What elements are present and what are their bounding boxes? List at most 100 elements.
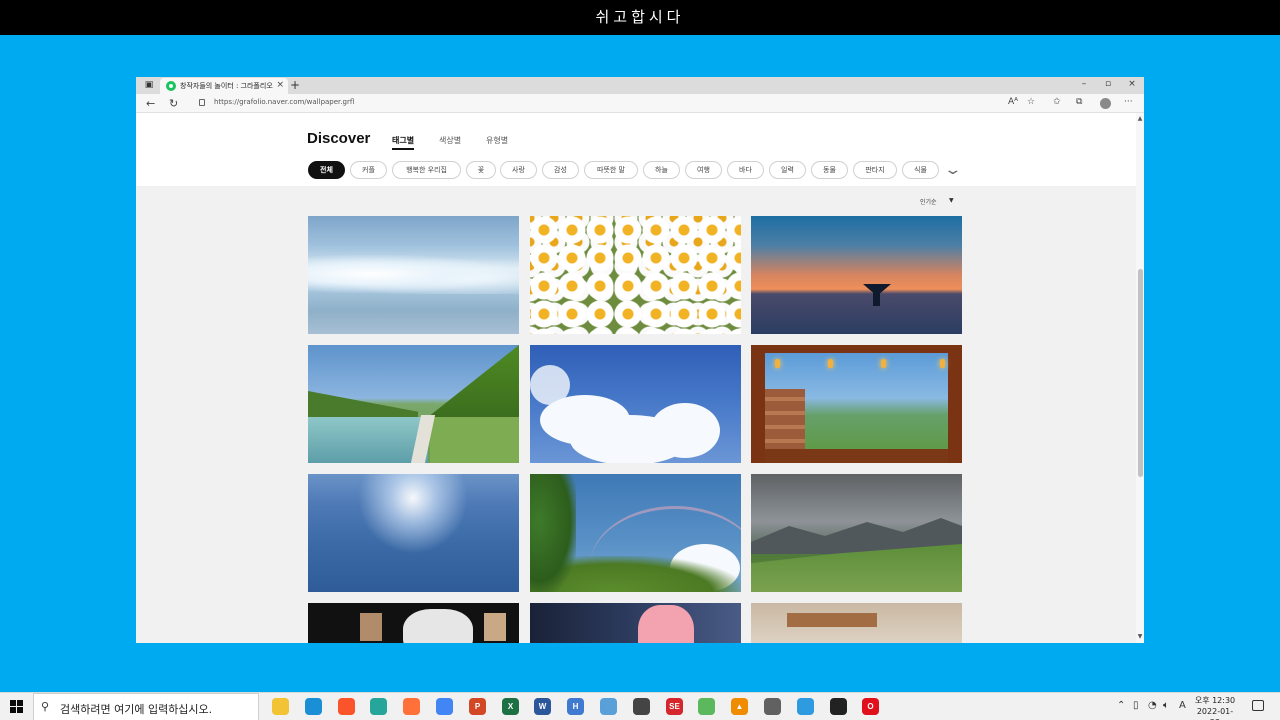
- lamp-icon: [881, 359, 886, 368]
- back-arrow-icon[interactable]: ←: [146, 97, 155, 110]
- lamp-icon: [828, 359, 833, 368]
- browser-window: ▣ 창작자들의 놀이터 : 그라폴리오 × + – ▫ × ← ↻ https:…: [136, 77, 1144, 643]
- profile-avatar-icon[interactable]: [1100, 98, 1111, 109]
- page-scrollbar[interactable]: ▲ ▼: [1136, 113, 1144, 643]
- scroll-down-icon[interactable]: ▼: [1136, 633, 1144, 640]
- file-explorer-icon[interactable]: [272, 698, 289, 715]
- refresh-icon[interactable]: ↻: [169, 97, 178, 110]
- wallpaper-thumb-daisies[interactable]: [530, 216, 741, 334]
- grafolio-favicon-icon: [166, 81, 176, 91]
- wallpaper-thumb-canal[interactable]: [308, 345, 519, 463]
- excel-icon[interactable]: X: [502, 698, 519, 715]
- tag-chip-flower[interactable]: 꽃: [466, 161, 496, 179]
- tag-chip-animal[interactable]: 동물: [811, 161, 848, 179]
- wallpaper-thumb-cafe-window[interactable]: [751, 345, 962, 463]
- vlc-icon[interactable]: ▲: [731, 698, 748, 715]
- battery-icon[interactable]: ▯: [1133, 700, 1139, 711]
- address-bar: ← ↻ https://grafolio.naver.com/wallpaper…: [136, 94, 1144, 113]
- app-green-icon[interactable]: [698, 698, 715, 715]
- tag-chip-plant[interactable]: 식물: [902, 161, 939, 179]
- taskbar: ⚲ 검색하려면 여기에 입력하십시오. P X W H SE ▲ O ⌃ ▯ ◔ 🔈︎ A …: [0, 692, 1280, 720]
- lock-icon: [199, 99, 205, 106]
- clock-date: 2022-01-23: [1196, 707, 1234, 720]
- network-icon[interactable]: ◔: [1148, 700, 1157, 711]
- word-icon[interactable]: W: [534, 698, 551, 715]
- app-teal-icon[interactable]: [370, 698, 387, 715]
- lamp-icon: [775, 359, 780, 368]
- tag-chip-all[interactable]: 전체: [308, 161, 345, 179]
- tab-actions-icon[interactable]: ▣: [142, 79, 156, 92]
- firefox-icon[interactable]: [403, 698, 420, 715]
- tag-chip-fantasy[interactable]: 판타지: [853, 161, 897, 179]
- wallpaper-thumb-whale-sunset[interactable]: [751, 216, 962, 334]
- calculator-icon[interactable]: [764, 698, 781, 715]
- wave-foam: [308, 254, 519, 294]
- powerpoint-icon[interactable]: P: [469, 698, 486, 715]
- wallpaper-thumb-cats[interactable]: [308, 603, 519, 643]
- wallpaper-thumb-rainbow[interactable]: [530, 474, 741, 592]
- chevron-down-icon[interactable]: ⌄: [943, 162, 962, 178]
- windows-start-icon[interactable]: [10, 700, 23, 713]
- tab-close-icon[interactable]: ×: [276, 80, 284, 90]
- lamp-icon: [940, 359, 945, 368]
- scroll-up-icon[interactable]: ▲: [1136, 115, 1144, 122]
- close-window-button[interactable]: ×: [1122, 79, 1142, 89]
- collections-icon[interactable]: ⧉: [1076, 97, 1082, 107]
- tab-title: 창작자들의 놀이터 : 그라폴리오: [180, 82, 273, 90]
- wallpaper-thumb-waves[interactable]: [308, 216, 519, 334]
- tag-chip-happy-home[interactable]: 행복한 우리집: [392, 161, 461, 179]
- browser-tab[interactable]: 창작자들의 놀이터 : 그라폴리오 ×: [160, 78, 288, 94]
- tab-bar: ▣ 창작자들의 놀이터 : 그라폴리오 × + – ▫ ×: [136, 77, 1144, 94]
- tab-by-tag[interactable]: 태그별: [392, 135, 415, 150]
- tab-by-color[interactable]: 색상별: [439, 135, 461, 146]
- tag-chip-emotion[interactable]: 감성: [542, 161, 579, 179]
- read-aloud-icon[interactable]: Aᴬ: [1008, 97, 1018, 107]
- tag-chip-warm-words[interactable]: 따뜻한 말: [584, 161, 638, 179]
- restore-button[interactable]: ▫: [1098, 79, 1118, 89]
- cloud-shape: [530, 365, 570, 405]
- chrome-icon[interactable]: [436, 698, 453, 715]
- tag-chip-couple[interactable]: 커플: [350, 161, 387, 179]
- rainbow-tree: [530, 474, 576, 592]
- sticky-notes-icon[interactable]: [830, 698, 847, 715]
- app-multicolor-icon[interactable]: [797, 698, 814, 715]
- edge-icon[interactable]: [305, 698, 322, 715]
- hwp-icon[interactable]: H: [567, 698, 584, 715]
- search-app-icon[interactable]: [633, 698, 650, 715]
- favorites-icon[interactable]: ✩: [1053, 97, 1061, 107]
- canal-grass: [430, 415, 519, 463]
- wallpaper-thumb-mountains[interactable]: [751, 474, 962, 592]
- ime-indicator[interactable]: A: [1179, 700, 1186, 711]
- tag-chip-love[interactable]: 사랑: [500, 161, 537, 179]
- wallpaper-thumb-room[interactable]: [751, 603, 962, 643]
- brave-icon[interactable]: [338, 698, 355, 715]
- taskbar-clock[interactable]: 오후 12:30 2022-01-23: [1193, 695, 1237, 720]
- cat-photo: [360, 613, 382, 641]
- app-red-icon[interactable]: SE: [666, 698, 683, 715]
- url-field[interactable]: https://grafolio.naver.com/wallpaper.grf…: [214, 98, 354, 106]
- clock-time: 오후 12:30: [1194, 696, 1236, 705]
- wallpaper-thumb-sparkling-sea[interactable]: [308, 474, 519, 592]
- wallpaper-thumb-clouds[interactable]: [530, 345, 741, 463]
- tag-chip-sea[interactable]: 바다: [727, 161, 764, 179]
- taskbar-search-box[interactable]: ⚲ 검색하려면 여기에 입력하십시오.: [33, 693, 259, 720]
- scrollbar-thumb[interactable]: [1138, 269, 1143, 477]
- canal-water: [308, 417, 428, 463]
- caret-down-icon[interactable]: ▼: [949, 197, 954, 204]
- notification-icon[interactable]: [1252, 700, 1264, 711]
- sort-dropdown[interactable]: 인기순: [920, 197, 937, 206]
- opera-icon[interactable]: O: [862, 698, 879, 715]
- new-tab-button[interactable]: +: [290, 78, 300, 92]
- canal-left-trees: [308, 391, 418, 417]
- add-favorite-icon[interactable]: ☆: [1027, 97, 1035, 107]
- more-menu-icon[interactable]: ···: [1124, 97, 1133, 107]
- tag-chip-sky[interactable]: 하늘: [643, 161, 680, 179]
- tab-by-type[interactable]: 유형별: [486, 135, 508, 146]
- tray-chevron-up-icon[interactable]: ⌃: [1117, 700, 1125, 711]
- tag-chip-calendar[interactable]: 일력: [769, 161, 806, 179]
- tag-chip-travel[interactable]: 여행: [685, 161, 722, 179]
- volume-icon[interactable]: 🔈︎: [1163, 700, 1169, 711]
- wallpaper-thumb-patrick[interactable]: [530, 603, 741, 643]
- minimize-button[interactable]: –: [1074, 79, 1094, 89]
- app-blue-icon[interactable]: [600, 698, 617, 715]
